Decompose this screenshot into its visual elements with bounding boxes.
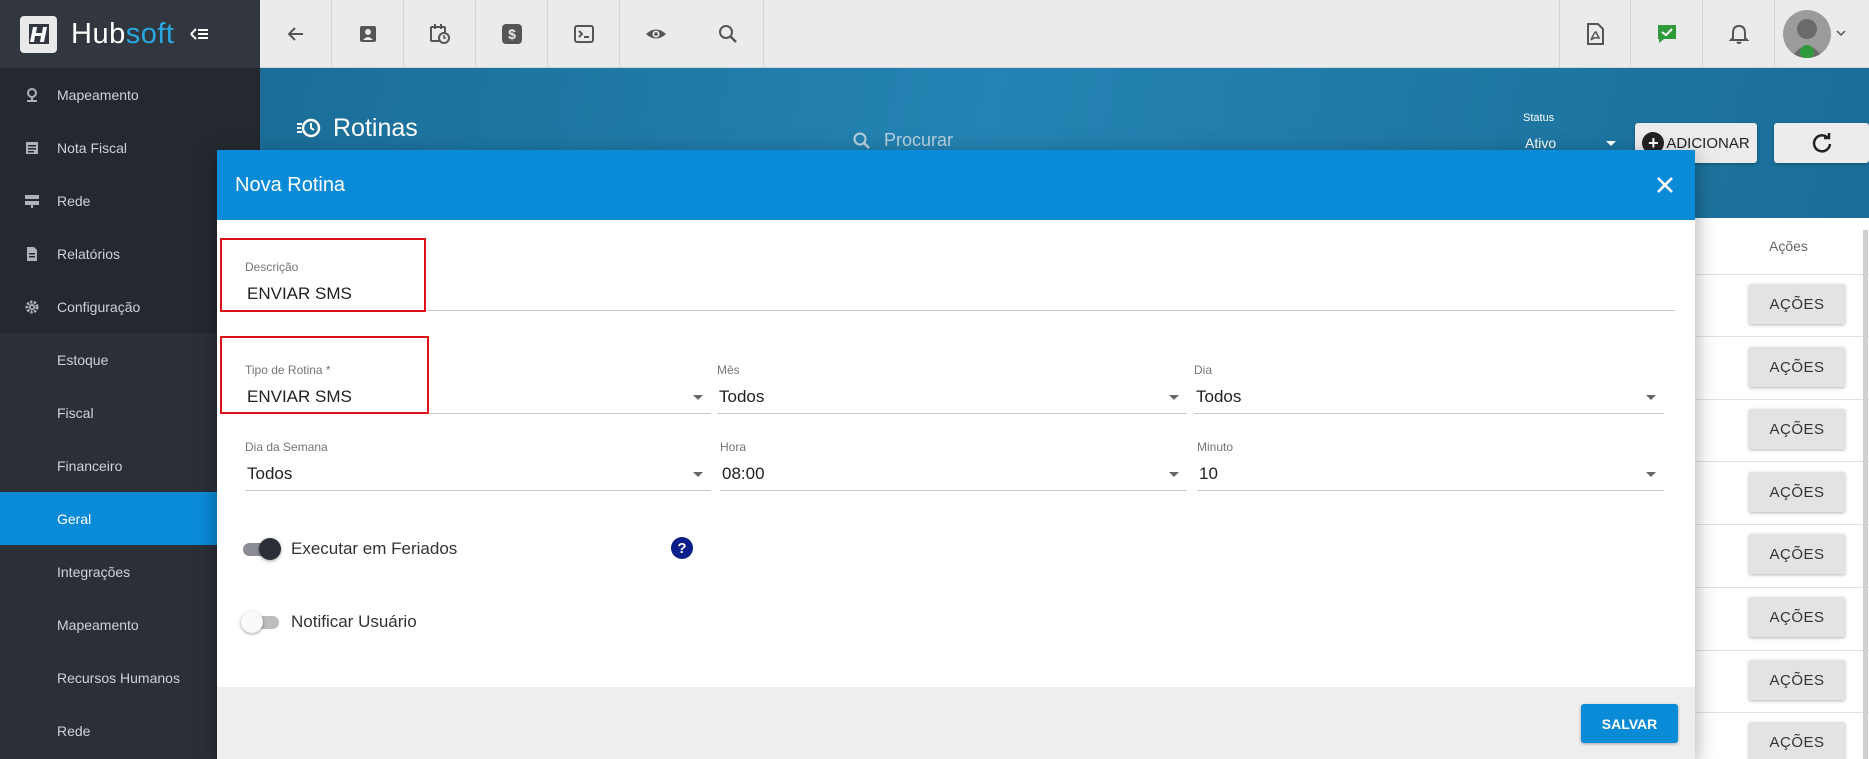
caret-down-icon (1646, 472, 1656, 477)
sidebar-item-label: Fiscal (57, 404, 94, 421)
dollar-icon: $ (501, 24, 522, 44)
dialog-title: Nova Rotina (235, 173, 346, 196)
feriados-label: Executar em Feriados (291, 539, 458, 558)
mes-select[interactable]: Mês Todos (717, 363, 1187, 414)
search-icon (853, 132, 870, 149)
row-actions-button[interactable]: AÇÕES (1749, 722, 1845, 759)
row-actions-button[interactable]: AÇÕES (1749, 660, 1845, 700)
logo-bar: Hubsoft (0, 0, 260, 68)
help-icon[interactable]: ? (671, 537, 693, 559)
pdf-icon (1587, 23, 1604, 45)
dialog-footer: SALVAR (217, 687, 1695, 759)
svg-text:$: $ (508, 26, 516, 42)
sidebar-item-label: Integrações (57, 563, 131, 580)
highlight-box (220, 238, 426, 312)
sidebar-item-label: Rede (57, 192, 91, 209)
chevron-down-icon[interactable] (1835, 28, 1847, 38)
search-icon (718, 25, 737, 43)
refresh-icon (1812, 133, 1831, 153)
terminal-icon (573, 25, 594, 43)
sidebar-item-label: Geral (57, 510, 92, 527)
notificar-label: Notificar Usuário (291, 612, 417, 631)
eye-icon (646, 29, 666, 39)
sidebar-item-label: Recursos Humanos (57, 669, 180, 686)
pdf-button[interactable] (1559, 0, 1631, 68)
refresh-button[interactable] (1774, 123, 1869, 163)
caret-down-icon (1169, 472, 1179, 477)
row-actions-button[interactable]: AÇÕES (1749, 347, 1845, 387)
search-button[interactable] (692, 0, 764, 68)
descricao-field[interactable]: Descrição ENVIAR SMS (245, 260, 1675, 311)
finance-button[interactable]: $ (476, 0, 548, 68)
hubsoft-logo-icon[interactable] (20, 15, 57, 53)
notifications-button[interactable] (1703, 0, 1775, 68)
sidebar-item-label: Estoque (57, 351, 109, 368)
gear-icon (25, 300, 39, 313)
receipt-icon (26, 141, 38, 154)
contact-card-icon (359, 26, 376, 42)
sidebar-item-mapeamento[interactable]: Mapeamento (0, 68, 260, 121)
row-actions-button[interactable]: AÇÕES (1749, 409, 1845, 449)
contacts-button[interactable] (332, 0, 404, 68)
topbar: $ (260, 0, 1869, 68)
collapse-menu-icon[interactable] (189, 26, 209, 42)
row-actions-button[interactable]: AÇÕES (1749, 597, 1845, 637)
map-pin-icon (27, 87, 37, 102)
row-actions-button[interactable]: AÇÕES (1749, 472, 1845, 512)
dia-select[interactable]: Dia Todos (1194, 363, 1664, 414)
sidebar-item-label: Configuração (57, 298, 141, 315)
view-button[interactable] (620, 0, 692, 68)
sidebar-item-label: Mapeamento (57, 616, 139, 633)
highlight-box (220, 336, 429, 414)
sidebar-item-label: Mapeamento (57, 86, 139, 103)
notificar-toggle[interactable] (241, 610, 281, 634)
minuto-select[interactable]: Minuto 10 (1197, 440, 1664, 491)
caret-down-icon (1169, 395, 1179, 400)
chat-check-icon (1657, 25, 1676, 43)
sidebar-item-label: Relatórios (57, 245, 121, 262)
table-scrollbar[interactable] (1863, 230, 1868, 759)
schedule-button[interactable] (404, 0, 476, 68)
dialog-header: Nova Rotina (217, 150, 1695, 220)
sidebar-item-label: Rede (57, 722, 91, 739)
column-header-acoes: Ações (1769, 238, 1808, 254)
bell-icon (1728, 24, 1749, 44)
back-arrow-icon (287, 27, 303, 41)
server-icon (25, 194, 39, 208)
caret-down-icon (693, 395, 703, 400)
tasks-button[interactable] (1631, 0, 1703, 68)
avatar[interactable] (1783, 10, 1831, 58)
dia-semana-select[interactable]: Dia da Semana Todos (245, 440, 711, 491)
sidebar-item-label: Financeiro (57, 457, 123, 474)
save-button[interactable]: SALVAR (1581, 704, 1678, 743)
row-actions-button[interactable]: AÇÕES (1749, 284, 1845, 324)
row-actions-button[interactable]: AÇÕES (1749, 534, 1845, 574)
document-icon (27, 246, 37, 261)
brand-name: Hubsoft (71, 17, 175, 50)
page-title: Rotinas (296, 114, 418, 143)
routine-history-icon (297, 118, 321, 138)
search-input[interactable]: Procurar (852, 130, 953, 151)
feriados-toggle[interactable] (241, 537, 281, 561)
close-icon[interactable] (1653, 173, 1677, 197)
caret-down-icon (1606, 141, 1616, 146)
terminal-button[interactable] (548, 0, 620, 68)
nova-rotina-dialog: Nova Rotina Descrição ENVIAR SMS Tipo de… (217, 150, 1695, 759)
status-label: Status (1523, 112, 1555, 124)
caret-down-icon (1646, 395, 1656, 400)
calendar-clock-icon (429, 24, 450, 44)
hora-select[interactable]: Hora 08:00 (720, 440, 1187, 491)
caret-down-icon (693, 472, 703, 477)
back-button[interactable] (260, 0, 332, 68)
sidebar-item-label: Nota Fiscal (57, 139, 128, 156)
